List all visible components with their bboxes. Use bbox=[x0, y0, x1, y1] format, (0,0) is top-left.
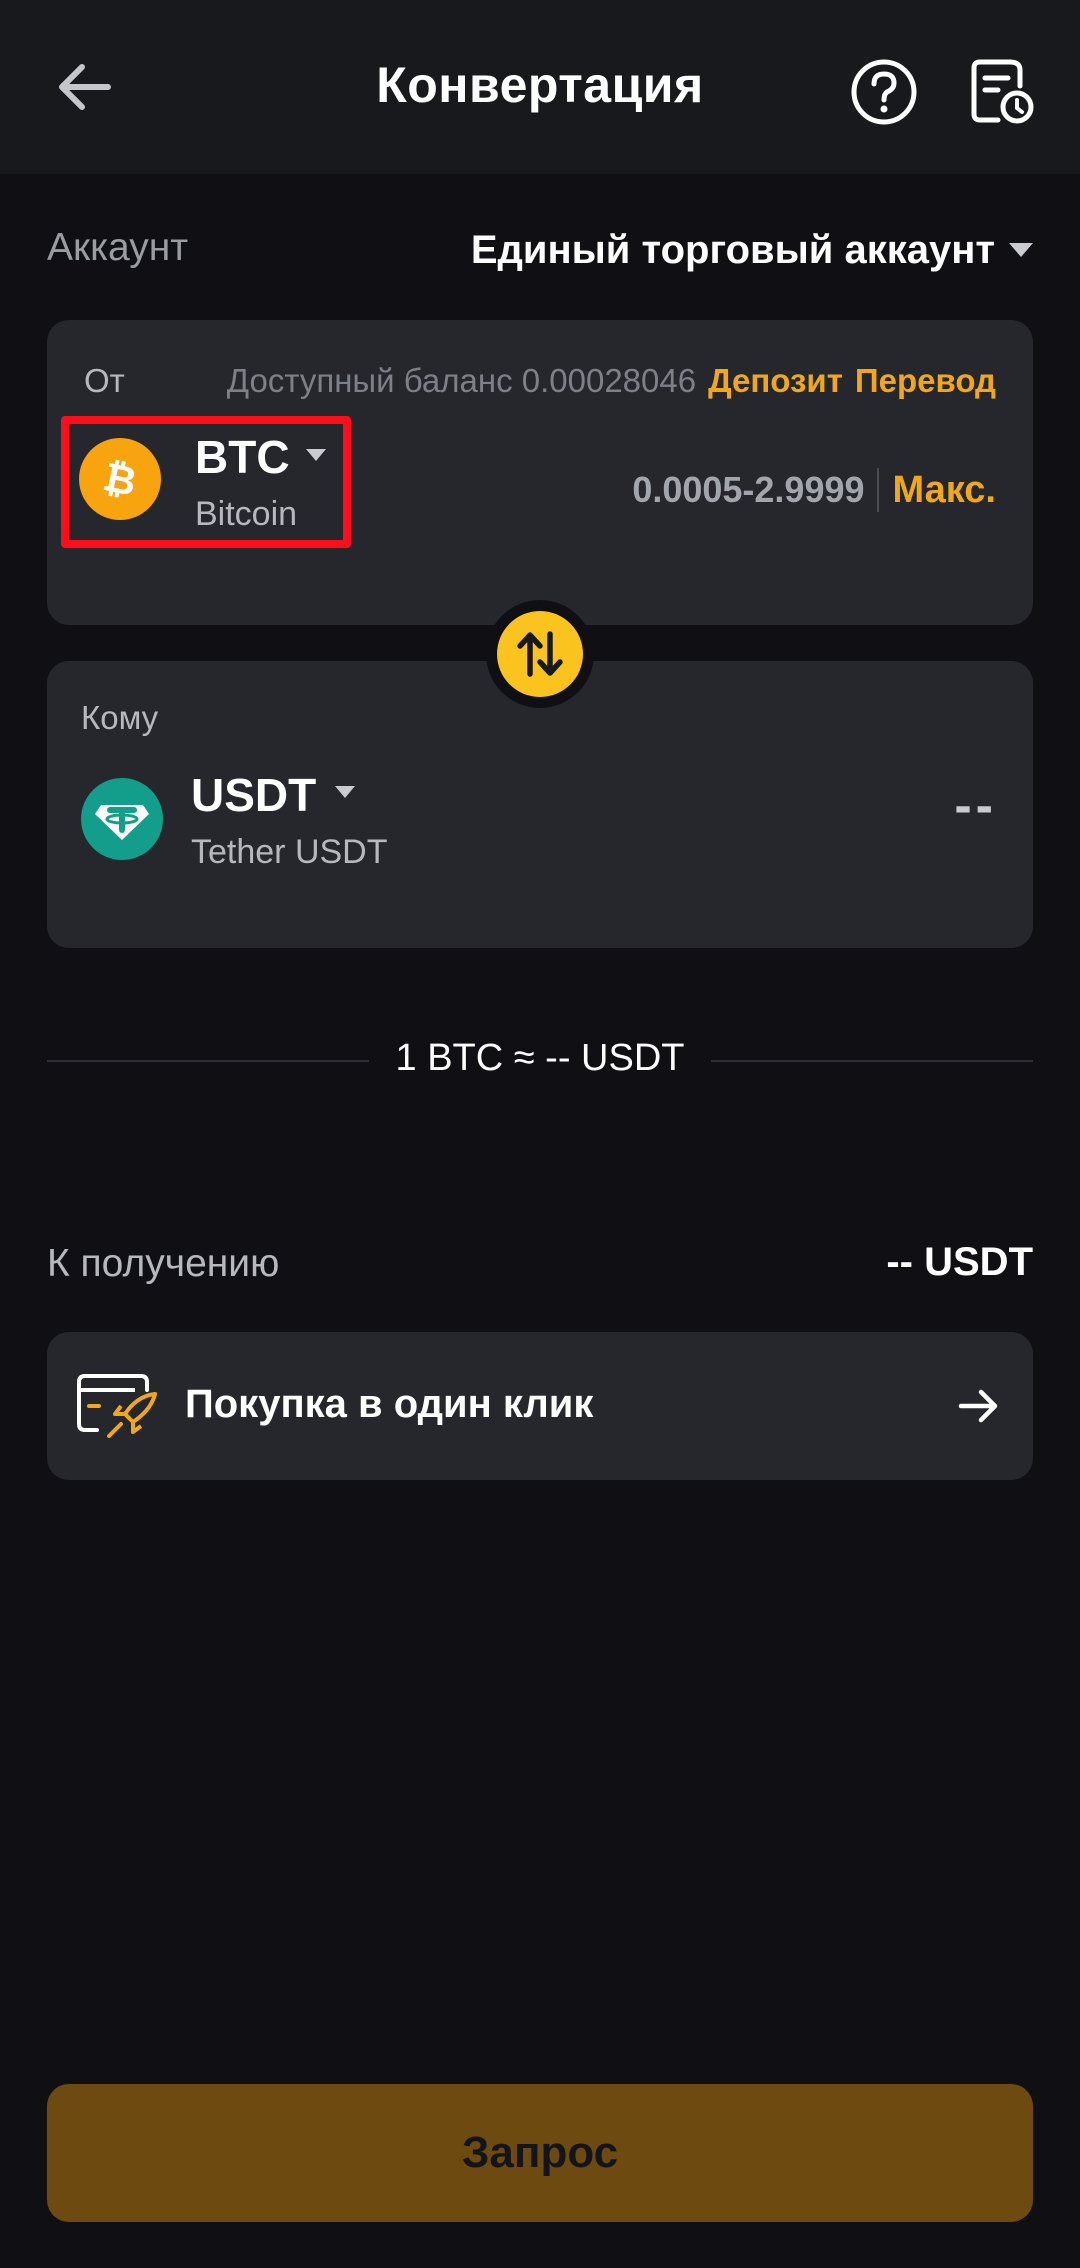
rocket-card-icon bbox=[77, 1374, 157, 1438]
swap-circle bbox=[497, 611, 583, 697]
from-label: От bbox=[84, 362, 125, 399]
from-coin-symbol: BTC bbox=[195, 431, 290, 483]
from-card: От Доступный баланс 0.00028046 Депозит П… bbox=[47, 320, 1033, 625]
help-button[interactable] bbox=[848, 56, 920, 128]
account-selector[interactable]: Единый торговый аккаунт bbox=[471, 222, 1033, 278]
receive-label: К получению bbox=[47, 1242, 280, 1285]
rate-row: 1 BTC ≈ -- USDT bbox=[47, 1034, 1033, 1088]
to-coin-symbol[interactable]: USDT bbox=[191, 768, 316, 822]
swap-button[interactable] bbox=[486, 600, 594, 708]
receive-row: К получению -- USDT bbox=[47, 1238, 1033, 1294]
available-balance: Доступный баланс 0.00028046 bbox=[226, 362, 697, 399]
account-value: Единый торговый аккаунт bbox=[470, 227, 995, 272]
divider bbox=[876, 468, 879, 512]
question-circle-icon bbox=[851, 59, 917, 125]
top-bar: Конвертация bbox=[0, 0, 1080, 174]
caret-down-icon bbox=[1009, 243, 1033, 257]
bitcoin-icon: ₿ bbox=[79, 438, 161, 520]
receive-value: -- USDT bbox=[886, 1240, 1033, 1284]
arrow-right-icon bbox=[958, 1389, 998, 1423]
amount-range-row: 0.0005-2.9999 Макс. bbox=[632, 460, 996, 520]
tether-icon bbox=[81, 778, 163, 860]
amount-range[interactable]: 0.0005-2.9999 bbox=[632, 469, 864, 511]
request-quote-button[interactable]: Запрос bbox=[47, 2084, 1033, 2222]
order-history-button[interactable] bbox=[966, 56, 1036, 126]
caret-down-icon bbox=[306, 449, 326, 461]
to-coin-name: Tether USDT bbox=[191, 833, 388, 871]
to-label: Кому bbox=[81, 699, 159, 736]
swap-arrows-icon bbox=[517, 631, 563, 677]
one-click-buy-label: Покупка в один клик bbox=[185, 1382, 594, 1426]
deposit-link[interactable]: Депозит bbox=[708, 362, 843, 400]
account-label: Аккаунт bbox=[47, 226, 189, 269]
order-history-icon bbox=[971, 59, 1034, 124]
transfer-link[interactable]: Перевод bbox=[855, 362, 996, 400]
max-button[interactable]: Макс. bbox=[893, 469, 996, 512]
balance-line: Доступный баланс 0.00028046 Депозит Пере… bbox=[227, 362, 996, 400]
to-amount: -- bbox=[954, 777, 997, 835]
one-click-buy-button[interactable]: Покупка в один клик bbox=[47, 1332, 1033, 1480]
divider bbox=[711, 1060, 1033, 1062]
caret-down-icon bbox=[335, 786, 355, 798]
from-coin-name: Bitcoin bbox=[195, 495, 298, 533]
exchange-rate: 1 BTC ≈ -- USDT bbox=[395, 1037, 685, 1079]
account-row: Аккаунт Единый торговый аккаунт bbox=[47, 222, 1033, 278]
